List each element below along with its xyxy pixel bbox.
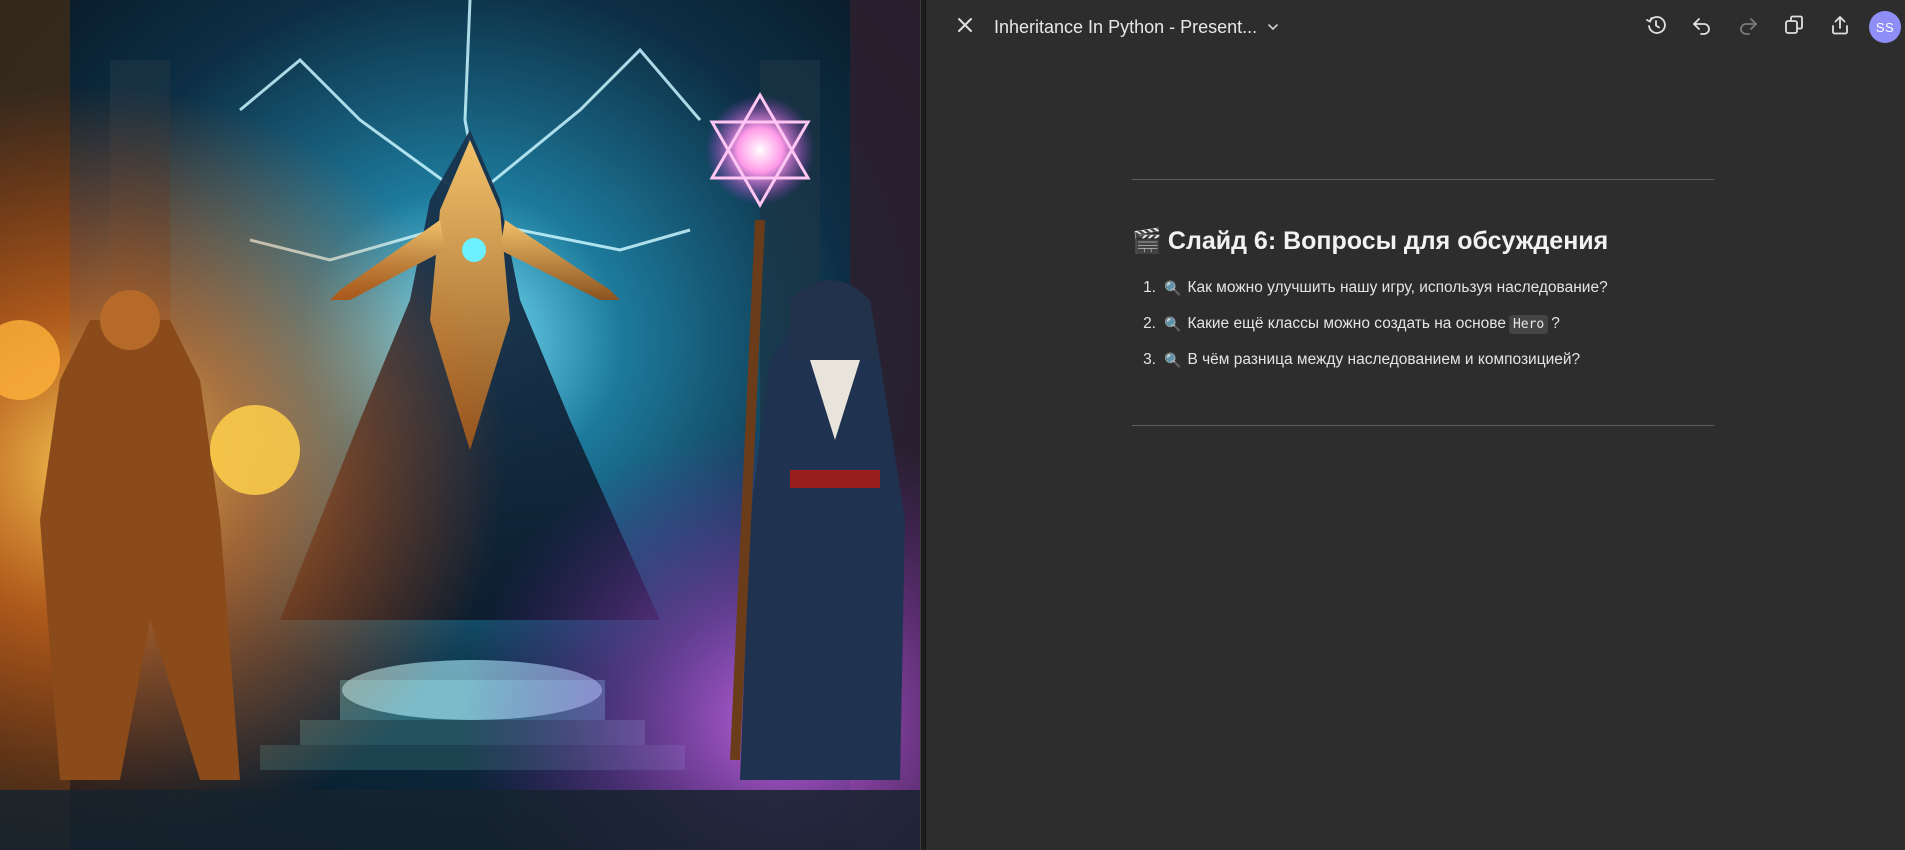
toolbar-actions: SS [1627,10,1905,44]
list-item[interactable]: 1. 🔍 Как можно улучшить нашу игру, испол… [1132,270,1714,306]
magnifier-icon: 🔍 [1164,315,1182,332]
question-list: 1. 🔍 Как можно улучшить нашу игру, испол… [1132,270,1714,378]
close-icon [956,16,974,38]
question-text-suffix: ? [1551,315,1560,332]
slide-title-text: Слайд 6: Вопросы для обсуждения [1167,227,1609,255]
question-text: Как можно улучшить нашу игру, используя … [1187,279,1608,296]
close-button[interactable] [952,14,978,40]
undo-icon [1691,14,1713,40]
presentation-editor: Inheritance In Python - Present... SS 🎬 … [926,0,1905,850]
share-icon [1829,14,1851,40]
list-item[interactable]: 3. 🔍 В чём разница между наследованием и… [1132,342,1714,378]
app-root: Inheritance In Python - Present... SS 🎬 … [0,0,1905,850]
list-number: 1. [1143,279,1156,296]
slide-divider-top [1132,179,1714,180]
list-number: 3. [1143,351,1156,368]
question-text: В чём разница между наследованием и комп… [1187,351,1581,368]
duplicate-button[interactable] [1777,10,1811,44]
list-item[interactable]: 2. 🔍 Какие ещё классы можно создать на о… [1132,306,1714,342]
slide-content: 🎬 Слайд 6: Вопросы для обсуждения 1. 🔍 К… [1132,179,1714,426]
document-title-dropdown[interactable]: Inheritance In Python - Present... [994,14,1279,40]
duplicate-icon [1783,14,1805,40]
share-button[interactable] [1823,10,1857,44]
redo-button[interactable] [1731,10,1765,44]
slide-artwork-image [0,0,920,850]
history-button[interactable] [1639,10,1673,44]
magnifier-icon: 🔍 [1164,279,1182,296]
editor-toolbar: Inheritance In Python - Present... SS [926,0,1905,54]
history-icon [1645,14,1667,40]
slide-divider-bottom [1132,425,1714,426]
user-avatar[interactable]: SS [1869,11,1901,43]
question-text: Какие ещё классы можно создать на основе [1187,315,1506,332]
undo-button[interactable] [1685,10,1719,44]
list-number: 2. [1143,315,1156,332]
document-title: Inheritance In Python - Present... [994,16,1258,37]
inline-code: Hero [1508,314,1549,334]
slide-title[interactable]: 🎬 Слайд 6: Вопросы для обсуждения [1132,227,1714,256]
clapperboard-icon: 🎬 [1132,228,1162,255]
chevron-down-icon [1267,21,1279,33]
magnifier-icon: 🔍 [1164,351,1182,368]
redo-icon [1737,14,1759,40]
